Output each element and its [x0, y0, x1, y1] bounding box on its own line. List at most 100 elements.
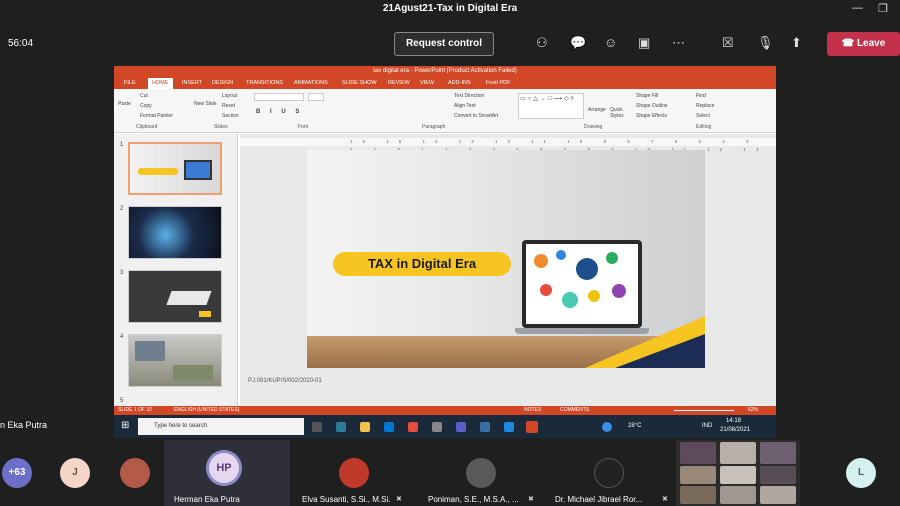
- participant-photo[interactable]: [466, 458, 496, 488]
- cut-button[interactable]: Cut: [140, 93, 148, 99]
- participant-avatar[interactable]: J: [60, 458, 90, 488]
- tab-insert[interactable]: INSERT: [182, 80, 202, 86]
- mic-off-icon[interactable]: 🎙: [757, 35, 774, 51]
- quick-styles-button[interactable]: Quick Styles: [610, 107, 628, 119]
- slide-notes[interactable]: PJ.091/KUP/S/002/2020-01: [248, 378, 322, 384]
- teams-icon[interactable]: [456, 422, 466, 432]
- thumb-laptop: [184, 160, 212, 180]
- ppt-status-bar: SLIDE 1 OF 32 ENGLISH (UNITED STATES) NO…: [114, 406, 776, 415]
- notes-button[interactable]: NOTES: [524, 406, 541, 415]
- tab-review[interactable]: REVIEW: [388, 80, 410, 86]
- chat-icon[interactable]: 💬: [570, 35, 586, 51]
- replace-button[interactable]: Replace: [696, 103, 714, 109]
- window-title-bar: 21Agust21-Tax in Digital Era: [0, 0, 900, 20]
- laptop-illustration: [522, 240, 642, 328]
- edge-icon[interactable]: [336, 422, 346, 432]
- layout-button[interactable]: Layout: [222, 93, 237, 99]
- windows-start-icon[interactable]: ⊞: [121, 420, 129, 431]
- taskbar-search[interactable]: Type here to search: [138, 418, 304, 435]
- mail-icon[interactable]: [384, 422, 394, 432]
- rooms-icon[interactable]: ▣: [638, 35, 650, 51]
- font-size-box[interactable]: [308, 93, 324, 101]
- thumb-number: 5: [120, 398, 124, 404]
- thumb-card: [166, 291, 212, 305]
- participant-photo[interactable]: [339, 458, 369, 488]
- active-speaker-tile[interactable]: HP Herman Eka Putra: [164, 440, 290, 506]
- participant-photo[interactable]: [120, 458, 150, 488]
- participant-avatar[interactable]: L: [846, 458, 876, 488]
- font-name-box[interactable]: [254, 93, 304, 101]
- participant-photo[interactable]: [594, 458, 624, 488]
- reset-button[interactable]: Reset: [222, 103, 235, 109]
- slide-thumbnail[interactable]: [128, 334, 222, 387]
- clock-time[interactable]: 14:18: [726, 418, 741, 424]
- mic-muted-icon: ✖: [662, 496, 668, 503]
- tab-animations[interactable]: ANIMATIONS: [294, 80, 328, 86]
- section-button[interactable]: Section: [222, 113, 239, 119]
- laptop-screen: [526, 244, 638, 324]
- app-icon[interactable]: [408, 422, 418, 432]
- explorer-icon[interactable]: [360, 422, 370, 432]
- tab-view[interactable]: VIEW: [420, 80, 434, 86]
- thumb-photo: [135, 341, 165, 361]
- tab-slide-show[interactable]: SLIDE SHOW: [342, 80, 377, 86]
- help-icon[interactable]: [602, 422, 612, 432]
- find-button[interactable]: Find: [696, 93, 706, 99]
- convert-smartart-button[interactable]: Convert to SmartArt: [454, 113, 498, 119]
- zoom-slider[interactable]: [674, 410, 734, 411]
- app-icon[interactable]: [480, 422, 490, 432]
- slide-title[interactable]: TAX in Digital Era: [333, 252, 511, 276]
- shape-outline-button[interactable]: Shape Outline: [636, 103, 668, 109]
- camera-off-icon[interactable]: ☒: [722, 35, 734, 51]
- slide-thumbnail-pane: 1 2 3 4 5: [114, 134, 238, 406]
- zoom-level[interactable]: 62%: [748, 406, 758, 415]
- thumb-number: 3: [120, 270, 124, 276]
- app-icon[interactable]: [504, 422, 514, 432]
- new-slide-button[interactable]: New Slide: [194, 101, 217, 107]
- request-control-button[interactable]: Request control: [394, 32, 494, 56]
- share-screen-icon[interactable]: ⬆: [791, 35, 802, 51]
- task-view-icon[interactable]: [312, 422, 322, 432]
- arrange-button[interactable]: Arrange: [588, 107, 606, 113]
- select-button[interactable]: Select: [696, 113, 710, 119]
- align-text-button[interactable]: Align Text: [454, 103, 476, 109]
- font-style-buttons[interactable]: B I U S: [256, 109, 303, 115]
- store-icon[interactable]: [432, 422, 442, 432]
- slide-thumbnail[interactable]: [128, 270, 222, 323]
- ppt-ribbon-tabs: FILE HOME INSERT DESIGN TRANSITIONS ANIM…: [114, 77, 776, 89]
- slide-thumbnail[interactable]: [128, 206, 222, 259]
- maximize-icon[interactable]: ❐: [878, 2, 888, 15]
- thumb-accent: [199, 311, 211, 317]
- clock-date[interactable]: 21/08/2021: [720, 427, 750, 433]
- tab-foxit-pdf[interactable]: Foxit PDF: [486, 80, 510, 86]
- ppt-ribbon: Paste Cut Copy Format Painter Clipboard …: [114, 89, 776, 133]
- text-direction-button[interactable]: Text Direction: [454, 93, 484, 99]
- input-language[interactable]: IND: [702, 423, 712, 429]
- paragraph-group-label: Paragraph: [422, 124, 446, 130]
- participant-strip: +63 J HP Herman Eka Putra Elva Susanti, …: [0, 440, 900, 506]
- format-painter-button[interactable]: Format Painter: [140, 113, 173, 119]
- tab-transitions[interactable]: TRANSITIONS: [246, 80, 283, 86]
- shapes-gallery[interactable]: ▭○△→□⟶◇◊: [518, 93, 584, 119]
- shape-effects-button[interactable]: Shape Effects: [636, 113, 667, 119]
- minimize-icon[interactable]: —: [852, 2, 863, 14]
- participant-name: Herman Eka Putra: [174, 495, 240, 504]
- tab-file[interactable]: FILE: [124, 80, 136, 86]
- more-options-icon[interactable]: ⋯: [672, 35, 685, 51]
- participants-icon[interactable]: ⚇: [536, 35, 548, 51]
- tab-design[interactable]: DESIGN: [212, 80, 233, 86]
- tab-add-ins[interactable]: ADD-INS: [448, 80, 471, 86]
- reactions-icon[interactable]: ☺: [604, 35, 617, 50]
- comments-button[interactable]: COMMENTS: [560, 406, 589, 415]
- overflow-count[interactable]: +63: [2, 458, 32, 488]
- slide-thumbnail[interactable]: [128, 142, 222, 195]
- weather-text[interactable]: 28°C: [628, 423, 641, 429]
- shape-fill-button[interactable]: Shape Fill: [636, 93, 658, 99]
- powerpoint-icon[interactable]: [526, 421, 538, 433]
- copy-button[interactable]: Copy: [140, 103, 152, 109]
- tab-home[interactable]: HOME: [148, 78, 173, 89]
- participant-grid-video[interactable]: [676, 440, 800, 506]
- leave-button[interactable]: ☎ Leave: [827, 32, 900, 56]
- paste-button[interactable]: Paste: [118, 101, 131, 107]
- current-slide[interactable]: TAX in Digital Era: [307, 150, 705, 368]
